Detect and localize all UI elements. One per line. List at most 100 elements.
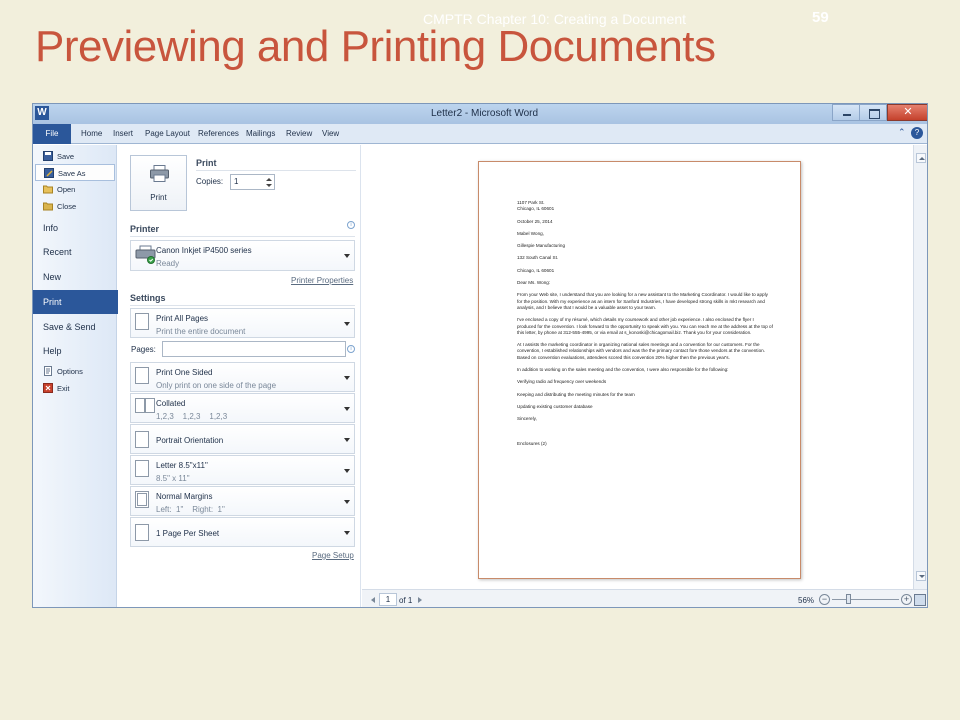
letter-enclosures: Enclosures (2) bbox=[517, 440, 547, 446]
next-page-icon[interactable] bbox=[418, 597, 422, 603]
option-title: Portrait Orientation bbox=[156, 436, 224, 445]
sidebar-item-exit[interactable]: Exit bbox=[35, 380, 115, 397]
margins-dropdown[interactable]: Normal Margins Left: 1" Right: 1" bbox=[130, 486, 355, 516]
ribbon-help-area: ⌃ ? bbox=[898, 127, 923, 139]
letter-content: 1107 Park St. Chicago, IL 60601 October … bbox=[517, 200, 773, 453]
tab-view[interactable]: View bbox=[322, 129, 339, 138]
print-button-label: Print bbox=[150, 193, 167, 202]
tab-insert[interactable]: Insert bbox=[113, 129, 133, 138]
margins-icon bbox=[135, 491, 149, 508]
chevron-down-icon bbox=[344, 322, 350, 326]
pages-per-sheet-dropdown[interactable]: 1 Page Per Sheet bbox=[130, 517, 355, 547]
print-preview-area: 1107 Park St. Chicago, IL 60601 October … bbox=[362, 145, 913, 589]
chevron-down-icon bbox=[344, 500, 350, 504]
portrait-icon bbox=[135, 431, 149, 448]
letter-paragraph: At I assists the marketing coordinator i… bbox=[517, 342, 765, 360]
page-number-input[interactable]: 1 bbox=[379, 593, 397, 606]
option-subtitle: 1,2,3 1,2,3 1,2,3 bbox=[156, 412, 228, 421]
option-title: 1 Page Per Sheet bbox=[156, 529, 220, 538]
sidebar-item-recent[interactable]: Recent bbox=[33, 240, 117, 264]
zoom-slider-thumb[interactable] bbox=[846, 594, 852, 604]
page-setup-link[interactable]: Page Setup bbox=[312, 551, 354, 560]
salutation: Dear Ms. Wong: bbox=[517, 280, 551, 286]
scroll-up-icon[interactable] bbox=[916, 153, 926, 163]
sidebar-item-options[interactable]: Options bbox=[35, 363, 115, 380]
vertical-scrollbar[interactable] bbox=[913, 145, 927, 589]
sidebar-item-info[interactable]: Info bbox=[33, 216, 117, 240]
sidebar-item-label: Save bbox=[57, 152, 75, 161]
close-button[interactable]: ✕ bbox=[887, 104, 927, 121]
sidebar-item-new[interactable]: New bbox=[33, 265, 117, 289]
spin-down-icon[interactable] bbox=[266, 184, 272, 187]
copies-stepper[interactable]: 1 bbox=[230, 174, 275, 190]
title-bar: W Letter2 - Microsoft Word ✕ bbox=[33, 104, 927, 124]
zoom-to-page-icon[interactable] bbox=[914, 594, 926, 606]
sides-dropdown[interactable]: Print One Sided Only print on one side o… bbox=[130, 362, 355, 392]
tab-mailings[interactable]: Mailings bbox=[246, 129, 275, 138]
tab-review[interactable]: Review bbox=[286, 129, 312, 138]
minimize-ribbon-icon[interactable]: ⌃ bbox=[898, 127, 906, 137]
scroll-down-icon[interactable] bbox=[916, 571, 926, 581]
word-logo-icon[interactable]: W bbox=[35, 106, 49, 120]
save-icon bbox=[43, 151, 53, 161]
printer-section-title: Printer bbox=[130, 224, 160, 234]
letter-paragraph: In addition to working on the sales meet… bbox=[517, 367, 729, 373]
print-button[interactable]: Print bbox=[130, 155, 187, 211]
orientation-dropdown[interactable]: Portrait Orientation bbox=[130, 424, 355, 454]
sidebar-item-close[interactable]: Close bbox=[35, 198, 115, 215]
sidebar-item-open[interactable]: Open bbox=[35, 181, 115, 198]
recipient-name: Mabel Wong, bbox=[517, 230, 544, 236]
print-range-dropdown[interactable]: Print All Pages Print the entire documen… bbox=[130, 308, 355, 338]
sidebar-item-label: Options bbox=[57, 367, 83, 376]
folder-close-icon bbox=[43, 202, 53, 211]
chevron-down-icon bbox=[344, 438, 350, 442]
divider bbox=[130, 305, 355, 306]
printer-name: Canon Inkjet iP4500 series bbox=[156, 246, 252, 255]
spin-up-icon[interactable] bbox=[266, 178, 272, 181]
letter-paragraph: From your Web site, I understand that yo… bbox=[517, 292, 768, 310]
option-title: Letter 8.5"x11" bbox=[156, 461, 208, 470]
previous-page-icon[interactable] bbox=[371, 597, 375, 603]
tab-page-layout[interactable]: Page Layout bbox=[145, 129, 190, 138]
zoom-slider[interactable] bbox=[832, 599, 899, 600]
zoom-in-icon[interactable]: + bbox=[901, 594, 912, 605]
printer-dropdown[interactable]: Canon Inkjet iP4500 series Ready bbox=[130, 240, 355, 271]
one-sided-icon bbox=[135, 367, 149, 384]
pages-input[interactable] bbox=[162, 341, 346, 357]
option-subtitle: 8.5" x 11" bbox=[156, 474, 190, 483]
page-count: of 1 bbox=[399, 596, 413, 605]
sidebar-item-help[interactable]: Help bbox=[33, 339, 117, 363]
paper-size-dropdown[interactable]: Letter 8.5"x11" 8.5" x 11" bbox=[130, 455, 355, 485]
option-subtitle: Only print on one side of the page bbox=[156, 381, 277, 390]
tab-references[interactable]: References bbox=[198, 129, 239, 138]
sidebar-item-save[interactable]: Save bbox=[35, 148, 115, 165]
sidebar-item-save-as[interactable]: Save As bbox=[35, 164, 115, 181]
copies-value: 1 bbox=[234, 177, 239, 186]
printer-icon bbox=[150, 165, 169, 182]
info-icon[interactable]: i bbox=[347, 221, 355, 229]
backstage-sidebar: Save Save As Open Close Info Recent New … bbox=[33, 145, 126, 607]
print-section-title: Print bbox=[196, 158, 217, 168]
sidebar-item-label: Exit bbox=[57, 384, 70, 393]
minimize-button[interactable] bbox=[832, 104, 860, 121]
sidebar-item-save-send[interactable]: Save & Send bbox=[33, 315, 117, 339]
printer-status: Ready bbox=[156, 259, 180, 268]
sidebar-item-print[interactable]: Print bbox=[33, 290, 126, 314]
zoom-out-icon[interactable]: − bbox=[819, 594, 830, 605]
exit-icon bbox=[43, 383, 53, 393]
letter-list-item: Updating existing customer database bbox=[517, 403, 593, 409]
slide-number: 59 bbox=[812, 9, 829, 26]
option-title: Print One Sided bbox=[156, 368, 213, 377]
maximize-button[interactable] bbox=[859, 104, 887, 121]
tab-file[interactable]: File bbox=[33, 124, 71, 144]
option-title: Normal Margins bbox=[156, 492, 213, 501]
sidebar-item-label: Save As bbox=[58, 169, 86, 178]
preview-status-bar: 1 of 1 56% − + bbox=[362, 589, 927, 607]
print-settings-panel: Print Print Copies: 1 Printer i Canon In… bbox=[118, 145, 361, 607]
collation-dropdown[interactable]: Collated 1,2,3 1,2,3 1,2,3 bbox=[130, 393, 355, 423]
zoom-level[interactable]: 56% bbox=[798, 596, 814, 605]
tab-home[interactable]: Home bbox=[81, 129, 102, 138]
help-icon[interactable]: ? bbox=[911, 127, 923, 139]
printer-properties-link[interactable]: Printer Properties bbox=[291, 276, 353, 285]
info-icon[interactable]: i bbox=[347, 345, 355, 353]
